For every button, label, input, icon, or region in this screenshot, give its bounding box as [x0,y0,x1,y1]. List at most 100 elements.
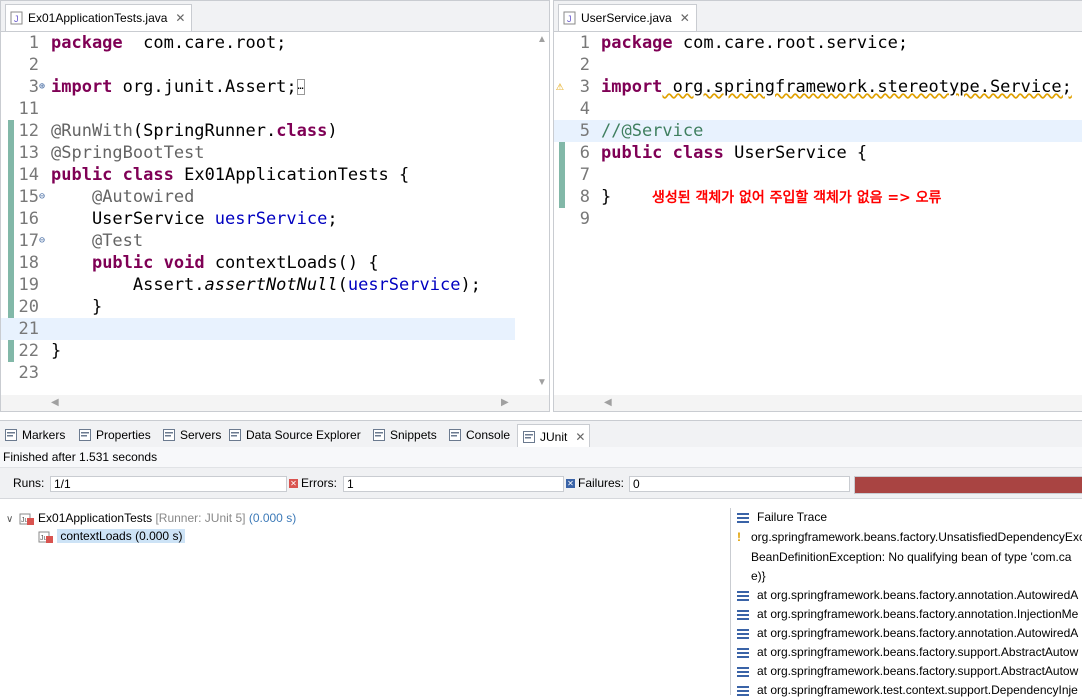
code-line[interactable]: 6 public class UserService { [554,142,1082,164]
trace-line[interactable]: e)} [737,567,766,586]
trace-line[interactable]: at org.springframework.beans.factory.sup… [737,643,1078,662]
code-line[interactable]: 4 [554,98,1082,120]
expand-chevron-icon[interactable]: ∨ [6,514,13,525]
code-token: } [601,187,612,207]
tab-junit[interactable]: JUnit ✕ [517,424,591,448]
scroll-right-icon[interactable]: ▶ [501,397,509,408]
junit-icon [522,430,536,444]
trace-line[interactable]: at org.springframework.beans.factory.ann… [737,586,1078,605]
right-code-area[interactable]: 생성된 객체가 없어 주입할 객체가 없음 => 오류 ◀ 1 package c… [554,32,1082,411]
code-text: public class Ex01ApplicationTests { [51,164,409,186]
code-line[interactable]: 9 [554,208,1082,230]
code-line[interactable]: 12 @RunWith(SpringRunner.class) [1,120,515,142]
tab-markers[interactable]: Markers [4,425,65,445]
code-token: uesrService [347,275,461,295]
trace-text: at org.springframework.beans.factory.sup… [757,664,1079,678]
scroll-down-icon[interactable]: ▼ [537,377,547,388]
line-number: 1 [28,33,39,53]
close-icon[interactable]: ✕ [575,430,585,444]
code-line[interactable]: 5 //@Service [554,120,1082,142]
trace-line[interactable]: at org.springframework.beans.factory.ann… [737,624,1078,643]
code-line[interactable]: 1 package com.care.root; [1,32,515,54]
line-number: 20 [18,297,39,317]
code-line[interactable]: 23 [1,362,515,384]
tab-userservice[interactable]: J UserService.java ✕ [558,4,697,31]
code-line[interactable]: 21 [1,318,515,340]
left-code-area[interactable]: ▲ ▼ ◀ ▶ 1 package com.care.root; 2 3 ⊕ import… [1,32,549,411]
code-line[interactable]: 14 public class Ex01ApplicationTests { [1,164,515,186]
code-line[interactable]: 13 @SpringBootTest [1,142,515,164]
code-token: @RunWith [51,121,133,141]
code-token: uesrService [214,209,328,229]
code-token: assertNotNull [204,275,338,295]
failures-label-wrap: ✕ Failures: [566,476,624,490]
code-text: package com.care.root.service; [601,32,908,54]
code-text: public class UserService { [601,142,867,164]
code-line[interactable]: 22} [1,340,515,362]
code-text: @RunWith(SpringRunner.class) [51,120,338,142]
code-line[interactable]: 20 } [1,296,515,318]
code-token: package [601,33,673,53]
folded-imports-icon[interactable]: … [296,79,305,95]
horizontal-scrollbar[interactable]: ◀ ▶ [1,395,549,411]
tree-child-row[interactable]: Ju contextLoads (0.000 s) [38,527,186,545]
close-icon[interactable]: ✕ [175,11,185,25]
scroll-up-icon[interactable]: ▲ [537,34,547,45]
code-line[interactable]: 1 package com.care.root.service; [554,32,1082,54]
code-line[interactable]: 16 UserService uesrService; [1,208,515,230]
vertical-scrollbar[interactable]: ▲ ▼ [533,32,549,395]
line-number: 23 [18,363,39,383]
code-text: Assert.assertNotNull(uesrService); [51,274,481,296]
tab-label: Snippets [390,428,437,442]
trace-line[interactable]: BeanDefinitionException: No qualifying b… [737,548,1071,567]
code-line[interactable]: 2 [554,54,1082,76]
code-line[interactable]: 3 ⊕ import org.junit.Assert;… [1,76,515,98]
left-editor-tabbar: J Ex01ApplicationTests.java ✕ [1,1,549,32]
code-line[interactable]: 17 ⊖ @Test [1,230,515,252]
tab-properties[interactable]: Properties [78,425,151,445]
fold-toggle-icon[interactable]: ⊖ [39,186,45,208]
code-line[interactable]: 19 Assert.assertNotNull(uesrService); [1,274,515,296]
line-number: 4 [579,99,590,119]
code-token: ) [327,121,338,141]
tab-snippets[interactable]: Snippets [372,425,437,445]
line-number: 1 [579,33,590,53]
failure-trace-title: Failure Trace [757,510,828,524]
code-line[interactable]: 2 [1,54,515,76]
fold-toggle-icon[interactable]: ⊖ [39,230,45,252]
scroll-left-icon[interactable]: ◀ [604,397,612,408]
code-token: UserService { [723,143,868,163]
console-icon [448,428,462,442]
tab-label: JUnit [540,429,568,444]
code-line[interactable]: 7 [554,164,1082,186]
trace-line[interactable]: ! org.springframework.beans.factory.Unsat… [737,528,1082,547]
tab-console[interactable]: Console [448,425,510,445]
trace-text: at org.springframework.beans.factory.sup… [757,645,1079,659]
code-line[interactable]: 3 ⚠ import org.springframework.stereotype.… [554,76,1082,98]
code-line[interactable]: 8} [554,186,1082,208]
stack-frame-icon [737,609,749,620]
tab-servers[interactable]: Servers [162,425,221,445]
tree-root-row[interactable]: ∨ Ju Ex01ApplicationTests [Runner: JUnit… [6,509,296,527]
code-line[interactable]: 18 public void contextLoads() { [1,252,515,274]
horizontal-scrollbar[interactable]: ◀ [554,395,1082,411]
warning-icon[interactable]: ⚠ [556,76,564,98]
failure-trace-pane[interactable]: Failure Trace ! org.springframework.beans… [733,508,1082,697]
fold-toggle-icon[interactable]: ⊕ [39,76,45,98]
tab-ex01applicationtests[interactable]: J Ex01ApplicationTests.java ✕ [5,4,193,31]
code-text: package com.care.root; [51,32,286,54]
trace-line[interactable]: at org.springframework.test.context.supp… [737,681,1078,700]
tab-data-source-explorer[interactable]: Data Source Explorer [228,425,361,445]
failures-value: 0 [629,476,850,492]
code-line[interactable]: 11 [1,98,515,120]
trace-line[interactable]: at org.springframework.beans.factory.ann… [737,605,1078,624]
test-tree[interactable]: ∨ Ju Ex01ApplicationTests [Runner: JUnit… [0,508,731,695]
scroll-left-icon[interactable]: ◀ [51,397,59,408]
line-number: 14 [18,165,39,185]
close-icon[interactable]: ✕ [680,11,690,25]
snippets-icon [372,428,386,442]
tab-label: Console [466,428,511,442]
trace-line[interactable]: at org.springframework.beans.factory.sup… [737,662,1078,681]
code-line[interactable]: 15 ⊖ @Autowired [1,186,515,208]
